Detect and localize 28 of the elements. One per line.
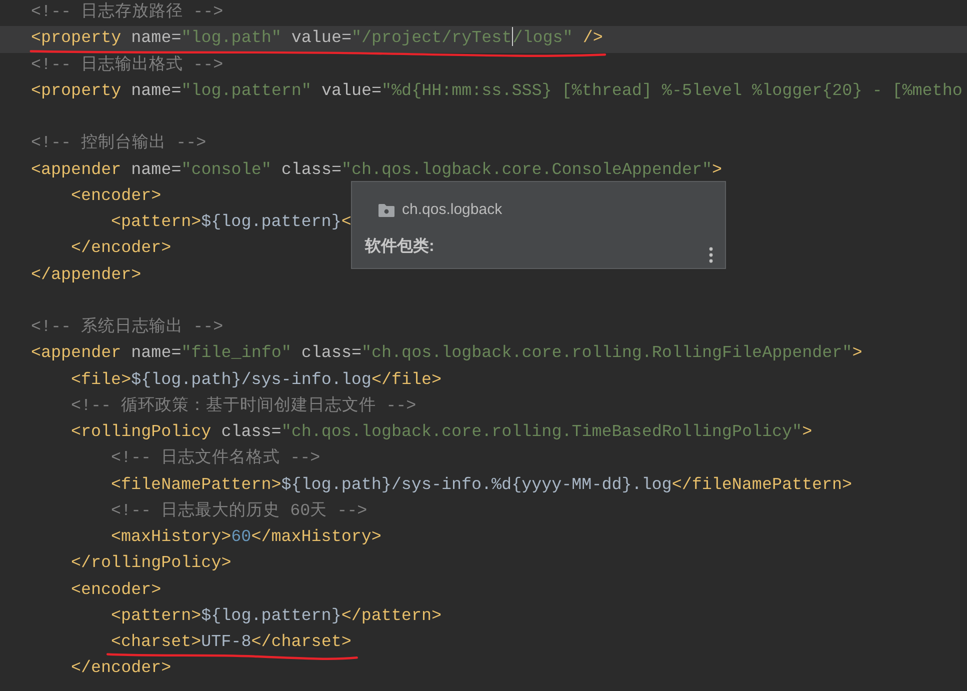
- code-line: </rollingPolicy>: [71, 554, 232, 574]
- code-line: <!-- 控制台输出 -->: [31, 134, 206, 154]
- code-line: <encoder>: [71, 186, 162, 206]
- code-line: <property name="log.path" value="/project/ryTest/logs" />: [31, 29, 603, 48]
- code-line: <rollingPolicy class="ch.qos.logback.core.rolling.TimeBasedRollingPolicy">: [71, 423, 812, 442]
- code-line: </appender>: [31, 266, 142, 284]
- code-line: <property name="log.pattern" value="%d{HH:mm:ss.SSS} [%thread] %-5level %logger{20} - [%metho: [31, 82, 962, 101]
- folder-icon: [378, 202, 395, 216]
- code-line: <!-- 日志存放路径 -->: [31, 3, 224, 22]
- code-line: <encoder>: [71, 580, 162, 600]
- more-options-icon[interactable]: [709, 247, 713, 263]
- code-line: <!-- 循环政策：基于时间创建日志文件 -->: [71, 396, 416, 416]
- code-line: <maxHistory>60</maxHistory>: [111, 528, 382, 547]
- code-line: <!-- 系统日志输出 -->: [31, 318, 224, 337]
- code-line: <fileNamePattern>${log.path}/sys-info.%d{yyyy-MM-dd}.log</fileNamePattern>: [111, 476, 852, 494]
- code-line: </encoder>: [71, 659, 172, 678]
- code-line: <!-- 日志最大的历史 60天 -->: [111, 502, 368, 521]
- code-line: <pattern>${log.pattern}<: [111, 213, 352, 232]
- code-line: <pattern>${log.pattern}</pattern>: [111, 606, 442, 626]
- package-name: ch.qos.logback: [402, 201, 502, 218]
- code-line: <appender name="console" class="ch.qos.logback.core.ConsoleAppender">: [31, 160, 722, 180]
- code-line: <!-- 日志文件名格式 -->: [111, 449, 320, 468]
- code-line: </encoder>: [71, 239, 172, 258]
- code-line: <file>${log.path}/sys-info.log</file>: [71, 370, 442, 390]
- code-line: <charset>UTF-8</charset>: [111, 633, 352, 652]
- popup-label: 软件包类:: [365, 236, 434, 257]
- code-line: <appender name="file_info" class="ch.qos.logback.core.rolling.RollingFileAppender">: [31, 344, 862, 364]
- code-line: <!-- 日志输出格式 -->: [31, 56, 224, 74]
